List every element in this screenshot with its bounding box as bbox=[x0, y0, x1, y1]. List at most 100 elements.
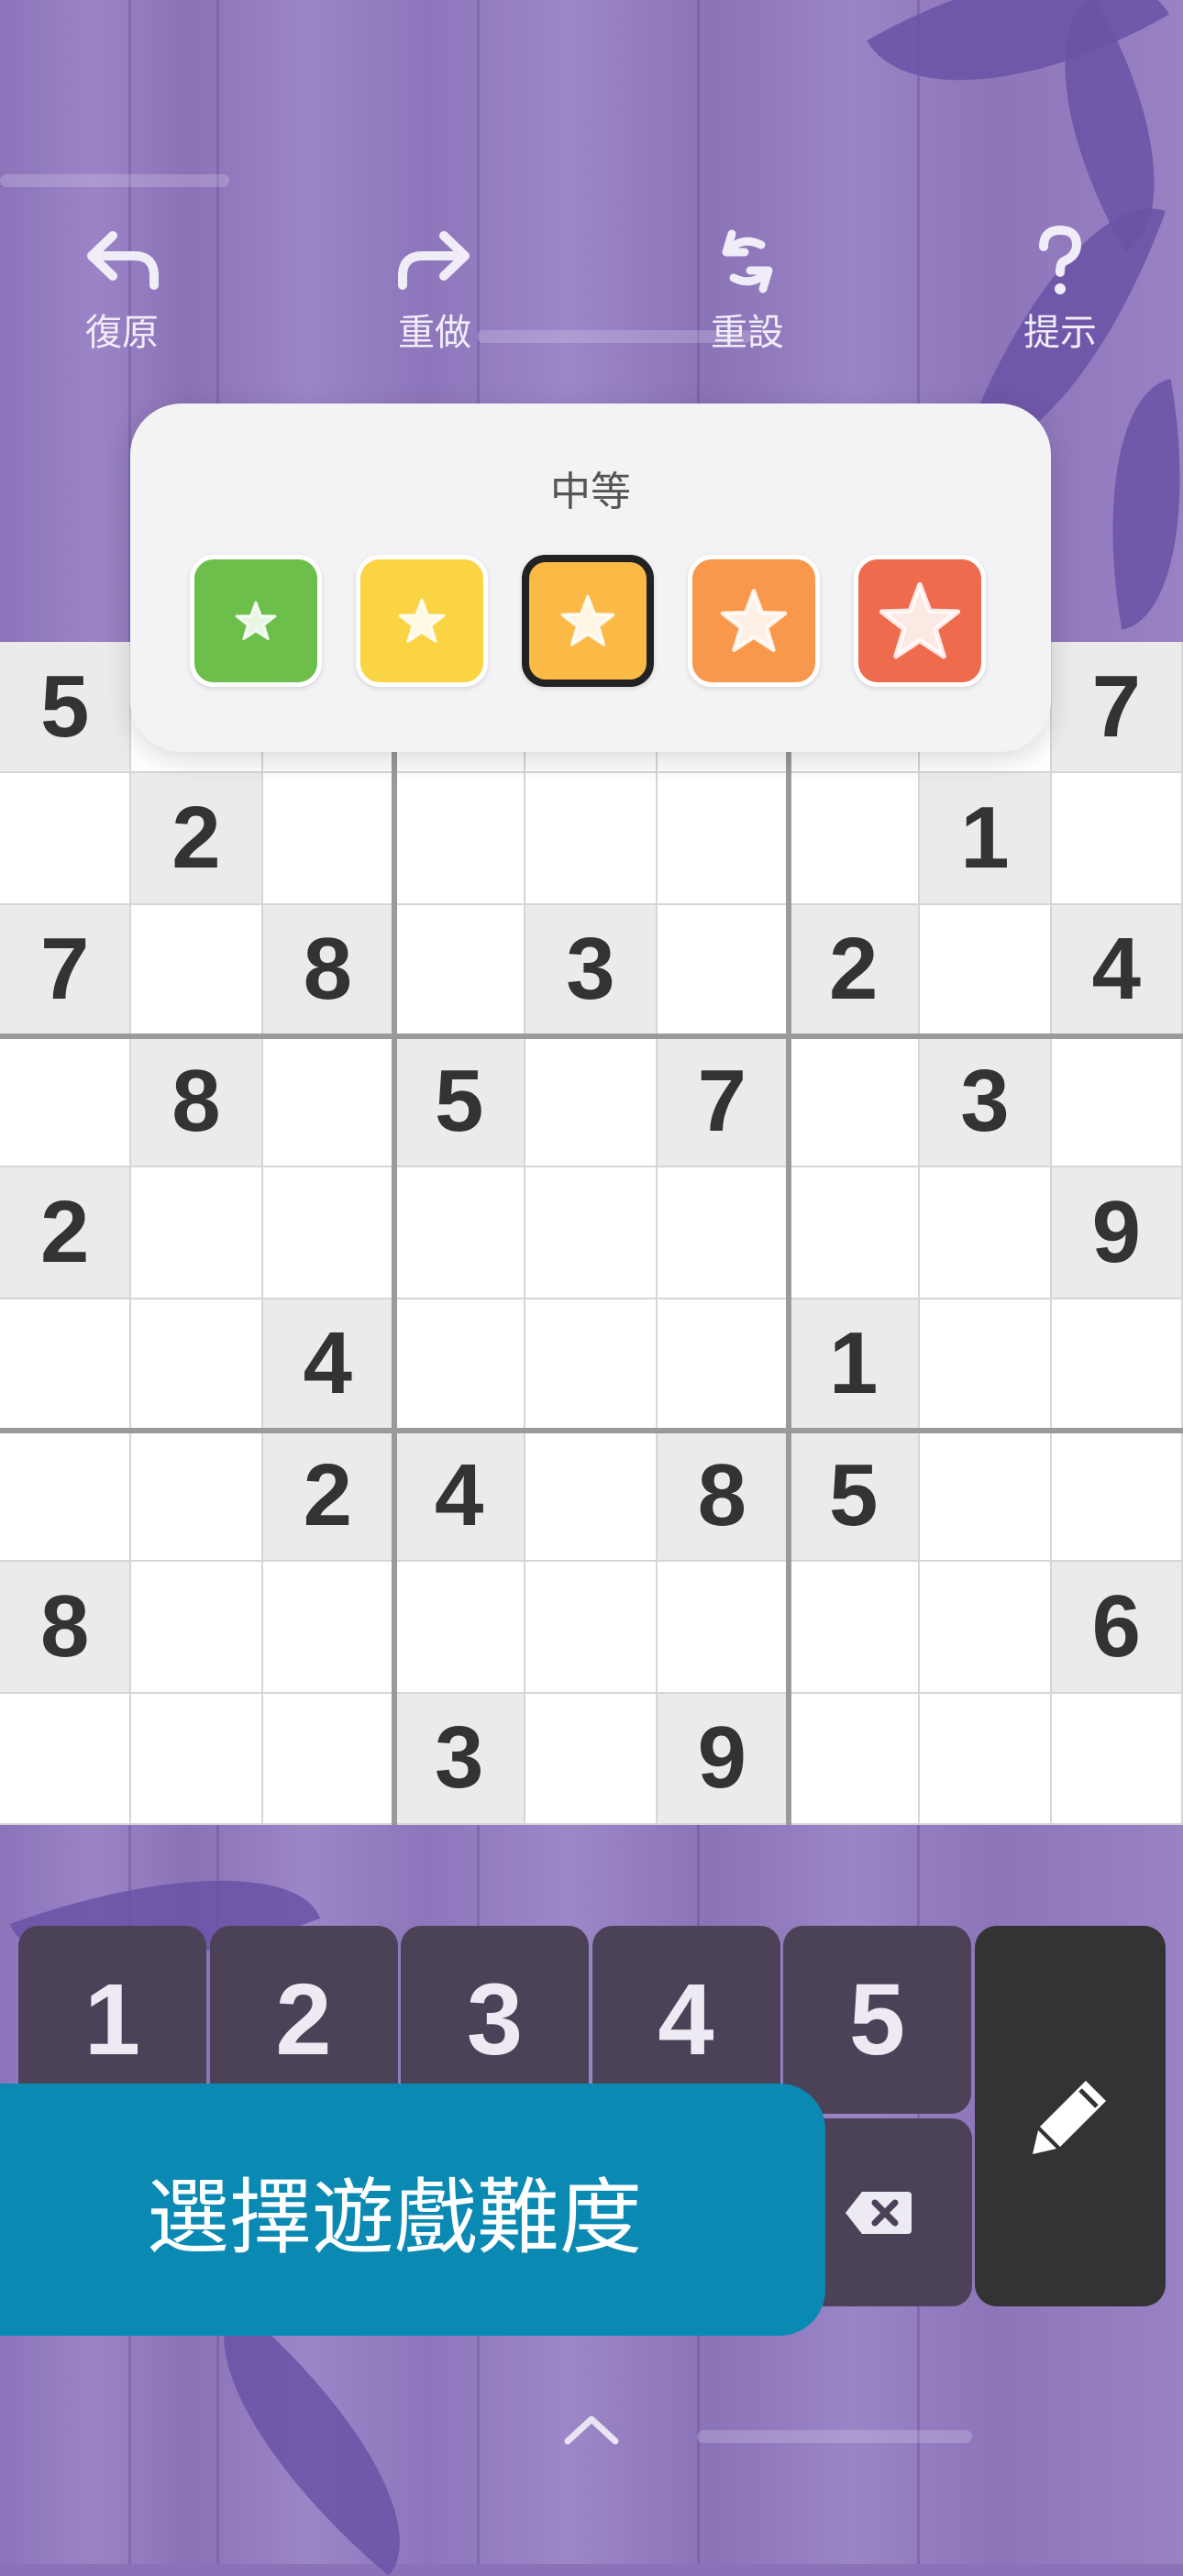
board-cell[interactable] bbox=[131, 1431, 263, 1563]
board-cell[interactable] bbox=[131, 1167, 263, 1299]
expand-button[interactable] bbox=[555, 2403, 628, 2458]
reset-button[interactable]: 重設 bbox=[674, 220, 821, 356]
board-cell[interactable]: 8 bbox=[0, 1562, 132, 1694]
pencil-notes-button[interactable] bbox=[975, 1926, 1166, 2306]
board-cell[interactable]: 6 bbox=[1051, 1562, 1183, 1694]
board-cell[interactable] bbox=[525, 1431, 658, 1563]
board-cell[interactable] bbox=[1051, 1693, 1183, 1825]
board-cell[interactable] bbox=[0, 1431, 132, 1563]
board-cell[interactable]: 9 bbox=[657, 1693, 789, 1825]
undo-button[interactable]: 復原 bbox=[49, 220, 195, 356]
board-cell[interactable] bbox=[394, 1299, 526, 1431]
board-cell[interactable] bbox=[657, 773, 789, 905]
board-cell[interactable] bbox=[262, 1562, 394, 1694]
board-cell[interactable] bbox=[0, 1036, 132, 1168]
board-cell[interactable]: 9 bbox=[1051, 1167, 1183, 1299]
difficulty-popup: 中等 bbox=[130, 404, 1051, 752]
board-cell[interactable] bbox=[525, 1299, 658, 1431]
board-cell[interactable]: 1 bbox=[920, 773, 1052, 905]
board-cell[interactable] bbox=[262, 1036, 394, 1168]
board-cell[interactable] bbox=[262, 773, 394, 905]
board-cell[interactable]: 1 bbox=[789, 1299, 921, 1431]
board-cell[interactable] bbox=[394, 1167, 526, 1299]
board-cell[interactable] bbox=[1051, 773, 1183, 905]
difficulty-level-5[interactable] bbox=[854, 555, 986, 687]
board-cell[interactable]: 8 bbox=[657, 1431, 789, 1563]
box-divider bbox=[0, 1034, 1183, 1039]
sudoku-board: 5721783248573294124858639 bbox=[0, 642, 1183, 1825]
board-cell[interactable] bbox=[789, 1036, 921, 1168]
board-cell[interactable] bbox=[789, 1693, 921, 1825]
undo-label: 復原 bbox=[85, 312, 159, 354]
board-cell[interactable] bbox=[789, 1167, 921, 1299]
difficulty-level-3[interactable] bbox=[522, 555, 654, 687]
board-cell[interactable] bbox=[525, 1167, 658, 1299]
board-cell[interactable] bbox=[0, 1693, 132, 1825]
board-cell[interactable] bbox=[920, 1693, 1052, 1825]
difficulty-level-1[interactable] bbox=[190, 555, 322, 687]
board-cell[interactable] bbox=[525, 1036, 658, 1168]
redo-icon bbox=[361, 220, 508, 303]
board-cell[interactable]: 7 bbox=[0, 904, 132, 1036]
board-cell[interactable] bbox=[394, 773, 526, 905]
box-divider bbox=[0, 1428, 1183, 1433]
hint-button[interactable]: 提示 bbox=[987, 220, 1133, 356]
board-cell[interactable]: 4 bbox=[262, 1299, 394, 1431]
board-cell[interactable] bbox=[920, 1562, 1052, 1694]
board-cell[interactable] bbox=[1051, 1036, 1183, 1168]
board-cell[interactable] bbox=[920, 1299, 1052, 1431]
board-cell[interactable]: 2 bbox=[131, 773, 263, 905]
select-difficulty-banner[interactable]: 選擇遊戲難度 bbox=[0, 2084, 825, 2336]
board-cell[interactable]: 8 bbox=[131, 1036, 263, 1168]
board-cell[interactable]: 4 bbox=[394, 1431, 526, 1563]
board-cell[interactable] bbox=[1051, 1431, 1183, 1563]
board-cell[interactable] bbox=[789, 1562, 921, 1694]
board-cell[interactable] bbox=[262, 1693, 394, 1825]
board-cell[interactable]: 5 bbox=[394, 1036, 526, 1168]
board-cell[interactable]: 2 bbox=[262, 1431, 394, 1563]
board-cell[interactable]: 5 bbox=[0, 642, 132, 774]
board-cell[interactable] bbox=[262, 1167, 394, 1299]
board-cell[interactable]: 3 bbox=[920, 1036, 1052, 1168]
difficulty-title: 中等 bbox=[550, 469, 631, 515]
board-cell[interactable]: 8 bbox=[262, 904, 394, 1036]
board-cell[interactable] bbox=[657, 1299, 789, 1431]
redo-button[interactable]: 重做 bbox=[361, 220, 508, 356]
toolbar: 復原 重做 重設 提示 bbox=[0, 220, 1183, 376]
pencil-icon bbox=[1033, 2080, 1106, 2154]
board-cell[interactable]: 7 bbox=[657, 1036, 789, 1168]
board-cell[interactable] bbox=[394, 904, 526, 1036]
board-cell[interactable]: 4 bbox=[1051, 904, 1183, 1036]
board-cell[interactable]: 7 bbox=[1051, 642, 1183, 774]
board-cell[interactable] bbox=[131, 904, 263, 1036]
board-cell[interactable] bbox=[131, 1562, 263, 1694]
chevron-up-icon bbox=[564, 2416, 619, 2445]
board-cell[interactable]: 2 bbox=[0, 1167, 132, 1299]
board-cell[interactable] bbox=[0, 773, 132, 905]
board-cell[interactable] bbox=[394, 1562, 526, 1694]
number-key-5[interactable]: 5 bbox=[783, 1926, 971, 2114]
board-cell[interactable]: 5 bbox=[789, 1431, 921, 1563]
board-cell[interactable] bbox=[657, 1167, 789, 1299]
board-cell[interactable] bbox=[657, 904, 789, 1036]
difficulty-level-4[interactable] bbox=[688, 555, 820, 687]
board-cell[interactable]: 2 bbox=[789, 904, 921, 1036]
board-cell[interactable] bbox=[920, 1431, 1052, 1563]
board-cell[interactable] bbox=[789, 773, 921, 905]
board-cell[interactable] bbox=[131, 1693, 263, 1825]
backspace-icon bbox=[845, 2191, 912, 2234]
board-cell[interactable] bbox=[525, 1562, 658, 1694]
difficulty-level-2[interactable] bbox=[356, 555, 488, 687]
board-cell[interactable] bbox=[131, 1299, 263, 1431]
board-cell[interactable]: 3 bbox=[394, 1693, 526, 1825]
board-cell[interactable] bbox=[525, 773, 658, 905]
board-cell[interactable] bbox=[920, 1167, 1052, 1299]
board-cell[interactable] bbox=[525, 1693, 658, 1825]
board-cell[interactable] bbox=[657, 1562, 789, 1694]
board-cell[interactable] bbox=[1051, 1299, 1183, 1431]
board-cell[interactable]: 3 bbox=[525, 904, 658, 1036]
hint-label: 提示 bbox=[1023, 312, 1097, 354]
board-cell[interactable] bbox=[920, 904, 1052, 1036]
reset-label: 重設 bbox=[711, 312, 784, 354]
board-cell[interactable] bbox=[0, 1299, 132, 1431]
